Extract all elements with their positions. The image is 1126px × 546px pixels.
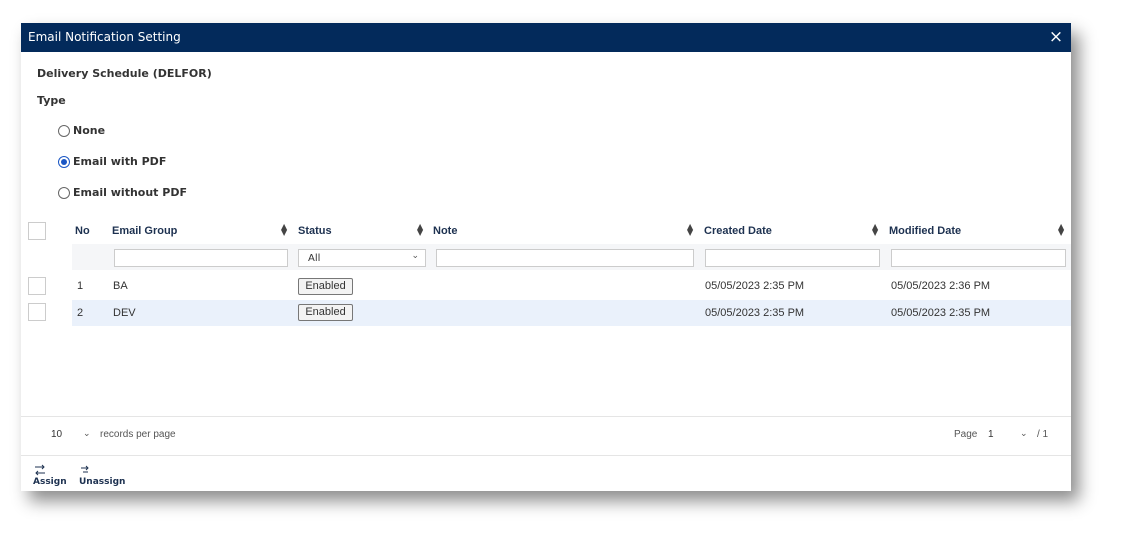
page-size-value[interactable]: 10	[51, 429, 62, 440]
row-checkbox[interactable]	[28, 303, 46, 321]
table-row[interactable]: 2 DEV Enabled 05/05/2023 2:35 PM 05/05/2…	[72, 300, 1071, 326]
sort-icon[interactable]: ▲ ▼	[281, 223, 287, 237]
select-all-checkbox[interactable]	[28, 222, 46, 240]
radio-option-email-with-pdf[interactable]: Email with PDF	[58, 155, 166, 168]
table-row[interactable]: 1 BA Enabled 05/05/2023 2:35 PM 05/05/20…	[72, 273, 1071, 299]
radio-label: None	[73, 124, 106, 137]
radio-none-icon[interactable]	[58, 186, 70, 199]
radio-option-email-without-pdf[interactable]: Email without PDF	[58, 186, 187, 199]
unassign-icon	[81, 465, 89, 473]
page-total: / 1	[1037, 429, 1049, 440]
row-modified-date: 05/05/2023 2:36 PM	[891, 280, 991, 292]
col-header-modified-date[interactable]: Modified Date	[889, 225, 961, 237]
dialog-title: Email Notification Setting	[28, 30, 181, 44]
page-number-input[interactable]: 1	[988, 429, 994, 440]
unassign-button[interactable]: Unassign	[79, 464, 125, 487]
col-header-created-date[interactable]: Created Date	[704, 225, 772, 237]
bottom-toolbar: Assign Unassign	[21, 455, 1071, 492]
section-title: Delivery Schedule (DELFOR)	[37, 67, 212, 80]
col-header-no[interactable]: No	[75, 225, 90, 237]
radio-none-icon[interactable]	[58, 124, 70, 137]
pager-footer: 10 ⌄ records per page Page 1 ⌄ / 1	[21, 416, 1071, 456]
assign-label: Assign	[33, 477, 67, 487]
status-filter-select[interactable]: All ⌄	[298, 249, 426, 267]
chevron-down-icon: ⌄	[411, 251, 419, 261]
filter-row: All ⌄	[72, 244, 1071, 270]
unassign-label: Unassign	[79, 477, 126, 487]
modified-date-filter-input[interactable]	[891, 249, 1066, 267]
status-badge: Enabled	[298, 278, 353, 295]
row-modified-date: 05/05/2023 2:35 PM	[891, 307, 991, 319]
email-notification-dialog: Email Notification Setting × Delivery Sc…	[21, 23, 1071, 491]
row-checkbox[interactable]	[28, 277, 46, 295]
row-no: 1	[77, 280, 84, 292]
col-header-email-group[interactable]: Email Group	[112, 225, 177, 237]
dialog-titlebar: Email Notification Setting ×	[21, 23, 1071, 52]
assign-button[interactable]: Assign	[33, 464, 67, 487]
row-created-date: 05/05/2023 2:35 PM	[705, 280, 805, 292]
sort-icon[interactable]: ▲ ▼	[1058, 223, 1064, 237]
type-label: Type	[37, 94, 66, 107]
table-header: No Email Group ▲ ▼ Status ▲ ▼ Note ▲ ▼ Crea…	[21, 220, 1071, 242]
row-created-date: 05/05/2023 2:35 PM	[705, 307, 805, 319]
page-label: Page	[954, 429, 978, 440]
sort-icon[interactable]: ▲ ▼	[687, 223, 693, 237]
assign-icon	[35, 464, 45, 476]
status-badge: Enabled	[298, 304, 353, 321]
row-email-group: DEV	[113, 307, 136, 319]
close-icon[interactable]: ×	[1047, 28, 1065, 46]
note-filter-input[interactable]	[436, 249, 694, 267]
row-email-group: BA	[113, 280, 128, 292]
radio-label: Email without PDF	[73, 186, 187, 199]
chevron-down-icon[interactable]: ⌄	[83, 428, 91, 439]
row-no: 2	[77, 307, 84, 319]
chevron-down-icon[interactable]: ⌄	[1020, 428, 1028, 439]
created-date-filter-input[interactable]	[705, 249, 880, 267]
radio-option-none[interactable]: None	[58, 124, 105, 137]
radio-label: Email with PDF	[73, 155, 167, 168]
sort-icon[interactable]: ▲ ▼	[872, 223, 878, 237]
col-header-status[interactable]: Status	[298, 225, 332, 237]
status-filter-value: All	[308, 253, 321, 264]
col-header-note[interactable]: Note	[433, 225, 457, 237]
radio-selected-icon[interactable]	[58, 155, 70, 168]
records-per-page-label: records per page	[100, 429, 176, 440]
email-group-filter-input[interactable]	[114, 249, 288, 267]
sort-icon[interactable]: ▲ ▼	[417, 223, 423, 237]
